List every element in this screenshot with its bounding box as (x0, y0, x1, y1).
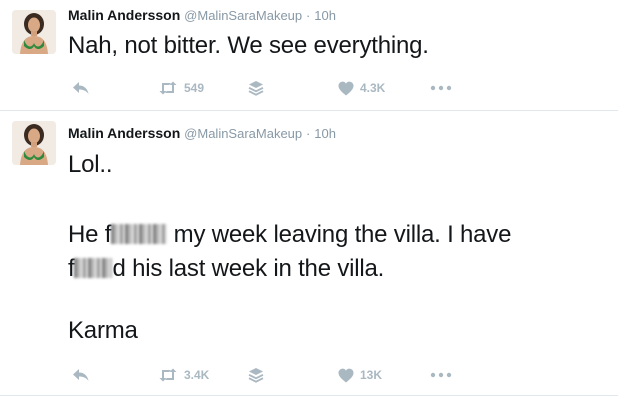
text-fragment: my week leaving the villa. I have (167, 221, 512, 248)
more-button[interactable] (430, 365, 452, 385)
retweet-button[interactable]: 3.4K (158, 365, 209, 385)
tweet-text-line: He f my week leaving the villa. I have (68, 218, 608, 252)
divider (0, 395, 618, 396)
retweet-count: 3.4K (184, 368, 210, 382)
like-count: 4.3K (360, 81, 386, 95)
layers-icon (248, 368, 264, 383)
timestamp[interactable]: 10h (314, 126, 336, 141)
reply-button[interactable] (72, 365, 90, 385)
retweet-button[interactable]: 549 (158, 78, 204, 98)
avatar-image (12, 10, 56, 54)
tweet-text-line: Nah, not bitter. We see everything. (68, 32, 429, 59)
blurred-word (111, 224, 168, 244)
text-fragment: d his last week in the villa. (112, 255, 385, 282)
separator-dot: · (306, 8, 311, 23)
tweet-text-line: Lol.. (68, 151, 113, 178)
tweet[interactable]: Malin Andersson @MalinSaraMakeup · 10h N… (0, 0, 618, 110)
retweet-icon (159, 368, 177, 382)
username-handle[interactable]: @MalinSaraMakeup (184, 126, 302, 141)
more-icon (430, 372, 452, 378)
tweet-text-line: Karma (68, 317, 138, 344)
like-button[interactable]: 13K (338, 365, 382, 385)
avatar[interactable] (12, 10, 56, 54)
tweet-timeline: Malin Andersson @MalinSaraMakeup · 10h N… (0, 0, 618, 400)
reply-icon (73, 369, 89, 381)
more-button[interactable] (430, 78, 452, 98)
like-count: 13K (360, 368, 383, 382)
tweet-actions: 549 4.3K (68, 78, 608, 98)
blurred-word (74, 258, 113, 278)
reply-icon (73, 82, 89, 94)
retweet-count: 549 (184, 81, 205, 95)
tweet-text-line: fd his last week in the villa. (68, 252, 608, 286)
layers-icon (248, 81, 264, 96)
tweet-header: Malin Andersson @MalinSaraMakeup · 10h (68, 6, 336, 25)
layers-button[interactable] (248, 78, 264, 98)
username-handle[interactable]: @MalinSaraMakeup (184, 8, 302, 23)
display-name[interactable]: Malin Andersson (68, 7, 180, 23)
avatar[interactable] (12, 121, 56, 165)
tweet-actions: 3.4K 13K (68, 365, 608, 385)
tweet-text: Nah, not bitter. We see everything. (68, 29, 608, 63)
text-fragment: He f (68, 221, 112, 248)
like-button[interactable]: 4.3K (338, 78, 385, 98)
avatar-image (12, 121, 56, 165)
display-name[interactable]: Malin Andersson (68, 125, 180, 141)
retweet-icon (159, 81, 177, 95)
layers-button[interactable] (248, 365, 264, 385)
separator-dot: · (306, 126, 311, 141)
timestamp[interactable]: 10h (314, 8, 336, 23)
tweet-text: Lol.. He f my week leaving the villa. I … (68, 148, 608, 348)
tweet[interactable]: Malin Andersson @MalinSaraMakeup · 10h L… (0, 110, 618, 395)
more-icon (430, 85, 452, 91)
heart-icon (338, 368, 354, 382)
reply-button[interactable] (72, 78, 90, 98)
tweet-header: Malin Andersson @MalinSaraMakeup · 10h (68, 124, 336, 143)
heart-icon (338, 81, 354, 95)
